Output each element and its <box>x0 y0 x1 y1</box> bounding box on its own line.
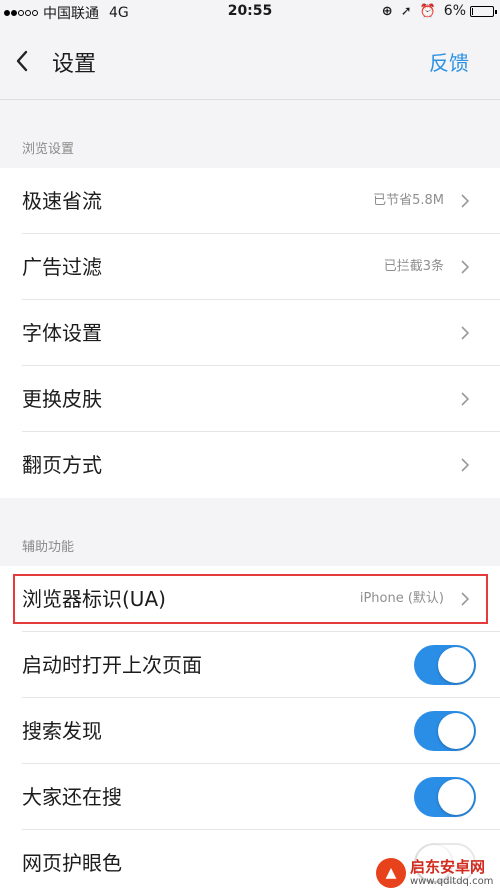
setting-row-others-searching: 大家还在搜 <box>0 764 500 830</box>
assist-settings-group: 浏览器标识(UA) iPhone (默认) 启动时打开上次页面 搜索发现 大家还… <box>0 566 500 895</box>
back-chevron-icon[interactable] <box>10 46 34 76</box>
setting-row-data-saver[interactable]: 极速省流 已节省5.8M <box>0 168 500 234</box>
setting-label: 翻页方式 <box>22 453 102 477</box>
setting-row-user-agent[interactable]: 浏览器标识(UA) iPhone (默认) <box>0 566 500 632</box>
setting-row-ad-filter[interactable]: 广告过滤 已拦截3条 <box>0 234 500 300</box>
status-bar: 中国联通 4G 20:55 ⊕ ➚ ⏰ 6% <box>0 0 500 24</box>
alarm-icon: ⏰ <box>419 3 436 19</box>
battery-percent: 6% <box>443 3 466 19</box>
chevron-right-icon <box>461 458 470 472</box>
setting-value: iPhone (默认) <box>359 591 444 606</box>
chevron-right-icon <box>461 260 470 274</box>
chevron-right-icon <box>461 392 470 406</box>
battery-level <box>472 7 473 15</box>
toggle-switch[interactable] <box>414 777 476 817</box>
watermark-url: www.qdltdq.com <box>410 876 494 887</box>
section-header-browse: 浏览设置 <box>22 142 75 157</box>
toggle-knob <box>438 647 474 683</box>
watermark-text: 启东安卓网 www.qdltdq.com <box>410 858 493 888</box>
page-title: 设置 <box>52 52 97 77</box>
chevron-right-icon <box>461 194 470 208</box>
toggle-knob <box>438 713 474 749</box>
chevron-right-icon <box>461 592 470 606</box>
setting-row-font[interactable]: 字体设置 <box>0 300 500 366</box>
setting-label: 启动时打开上次页面 <box>22 653 202 677</box>
toggle-switch[interactable] <box>414 711 476 751</box>
setting-label: 广告过滤 <box>22 255 102 279</box>
setting-value: 已节省5.8M <box>373 193 444 208</box>
setting-value: 已拦截3条 <box>383 259 444 274</box>
battery-icon <box>470 5 497 17</box>
browse-settings-group: 极速省流 已节省5.8M 广告过滤 已拦截3条 字体设置 更换皮肤 翻页方式 <box>0 168 500 498</box>
toggle-switch[interactable] <box>414 645 476 685</box>
setting-label: 更换皮肤 <box>22 387 102 411</box>
setting-label: 字体设置 <box>22 321 102 345</box>
setting-row-search-discover: 搜索发现 <box>0 698 500 764</box>
setting-label: 浏览器标识(UA) <box>22 587 166 611</box>
watermark-logo-icon: ▲ <box>376 858 406 888</box>
setting-label: 大家还在搜 <box>22 785 122 809</box>
setting-row-restore-last-page: 启动时打开上次页面 <box>0 632 500 698</box>
watermark-title: 启东安卓网 <box>410 858 486 876</box>
nav-bar: 设置 反馈 <box>0 24 500 100</box>
location-arrow-icon: ➚ <box>400 3 412 19</box>
toggle-knob <box>438 779 474 815</box>
feedback-button[interactable]: 反馈 <box>429 47 469 76</box>
setting-row-page-turn[interactable]: 翻页方式 <box>0 432 500 498</box>
setting-label: 搜索发现 <box>22 719 102 743</box>
setting-label: 网页护眼色 <box>22 851 122 875</box>
setting-row-skin[interactable]: 更换皮肤 <box>0 366 500 432</box>
setting-label: 极速省流 <box>22 189 102 213</box>
chevron-right-icon <box>461 326 470 340</box>
section-header-assist: 辅助功能 <box>22 540 75 555</box>
watermark: ▲ 启东安卓网 www.qdltdq.com <box>376 855 494 891</box>
status-right: ⊕ ➚ ⏰ 6% <box>381 3 497 19</box>
rotation-lock-icon: ⊕ <box>381 3 393 19</box>
